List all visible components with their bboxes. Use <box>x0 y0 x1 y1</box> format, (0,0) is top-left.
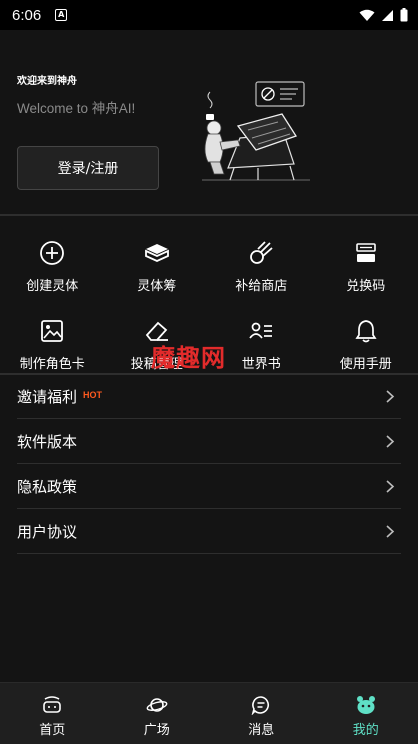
mascot-icon <box>355 695 377 715</box>
grid-item-user-manual[interactable]: 使用手册 <box>314 310 418 380</box>
plus-circle-icon <box>39 240 65 266</box>
message-icon <box>250 695 272 715</box>
chevron-right-icon <box>386 390 395 403</box>
nav-label: 广场 <box>143 723 170 738</box>
meteor-icon <box>248 240 274 266</box>
home-icon <box>41 695 63 715</box>
grid-item-label: 灵体筹 <box>137 279 177 294</box>
nav-label: 我的 <box>352 723 379 738</box>
redeem-code-icon <box>353 240 379 266</box>
nav-item-home[interactable]: 首页 <box>0 683 105 744</box>
battery-icon <box>400 8 408 22</box>
list-item-label: 用户协议 <box>17 522 78 541</box>
nav-label: 消息 <box>248 723 275 738</box>
watermark: 魔趣网 <box>151 344 226 372</box>
bell-icon <box>353 318 379 344</box>
chevron-right-icon <box>386 525 395 538</box>
login-register-button[interactable]: 登录/注册 <box>17 146 159 190</box>
cube-icon <box>144 240 170 266</box>
status-bar: 6:06 A <box>0 0 418 30</box>
nav-item-mine[interactable]: 我的 <box>314 683 418 744</box>
list-item-label: 隐私政策 <box>17 477 78 496</box>
grid-item-label: 兑换码 <box>346 279 386 294</box>
status-indicators <box>359 8 408 22</box>
grid-item-spirit-raise[interactable]: 灵体筹 <box>105 232 210 302</box>
grid-item-label: 制作角色卡 <box>19 357 85 372</box>
welcome-subtitle: Welcome to 神舟AI! <box>17 101 136 116</box>
wifi-icon <box>359 9 375 21</box>
grid-item-make-character-card[interactable]: 制作角色卡 <box>0 310 105 380</box>
nav-label: 首页 <box>39 723 66 738</box>
image-icon <box>39 318 65 344</box>
list-item-privacy-policy[interactable]: 隐私政策 <box>17 464 401 509</box>
grid-item-label: 补给商店 <box>235 279 288 294</box>
welcome-title: 欢迎来到神舟 <box>17 76 77 87</box>
feature-grid-row: 创建灵体 灵体筹 补给商店 兑换码 <box>0 232 418 302</box>
list-item-invite-benefits[interactable]: 邀请福利 HOT <box>17 374 401 419</box>
cellular-signal-icon <box>382 9 393 21</box>
settings-list: 邀请福利 HOT 软件版本 隐私政策 用户协议 <box>17 374 401 554</box>
contact-list-icon <box>248 318 274 344</box>
hot-badge: HOT <box>83 390 103 400</box>
planet-icon <box>146 695 168 715</box>
list-item-user-agreement[interactable]: 用户协议 <box>17 509 401 554</box>
nav-item-messages[interactable]: 消息 <box>209 683 314 744</box>
list-item-label: 邀请福利 <box>17 387 78 406</box>
bottom-nav: 首页 广场 消息 我的 <box>0 682 418 744</box>
status-time: 6:06 <box>12 6 42 24</box>
reading-astronaut-illustration <box>202 81 310 181</box>
grid-item-redeem-code[interactable]: 兑换码 <box>314 232 418 302</box>
notification-icon: A <box>55 9 68 21</box>
grid-item-label: 创建灵体 <box>26 279 79 294</box>
list-item-label: 软件版本 <box>17 432 78 451</box>
grid-item-create-spirit[interactable]: 创建灵体 <box>0 232 105 302</box>
header-divider <box>0 214 418 216</box>
grid-item-label: 世界书 <box>241 357 281 372</box>
chevron-right-icon <box>386 480 395 493</box>
grid-item-supply-store[interactable]: 补给商店 <box>209 232 314 302</box>
nav-item-plaza[interactable]: 广场 <box>105 683 210 744</box>
list-item-software-version[interactable]: 软件版本 <box>17 419 401 464</box>
chevron-right-icon <box>386 435 395 448</box>
grid-item-label: 使用手册 <box>339 357 392 372</box>
